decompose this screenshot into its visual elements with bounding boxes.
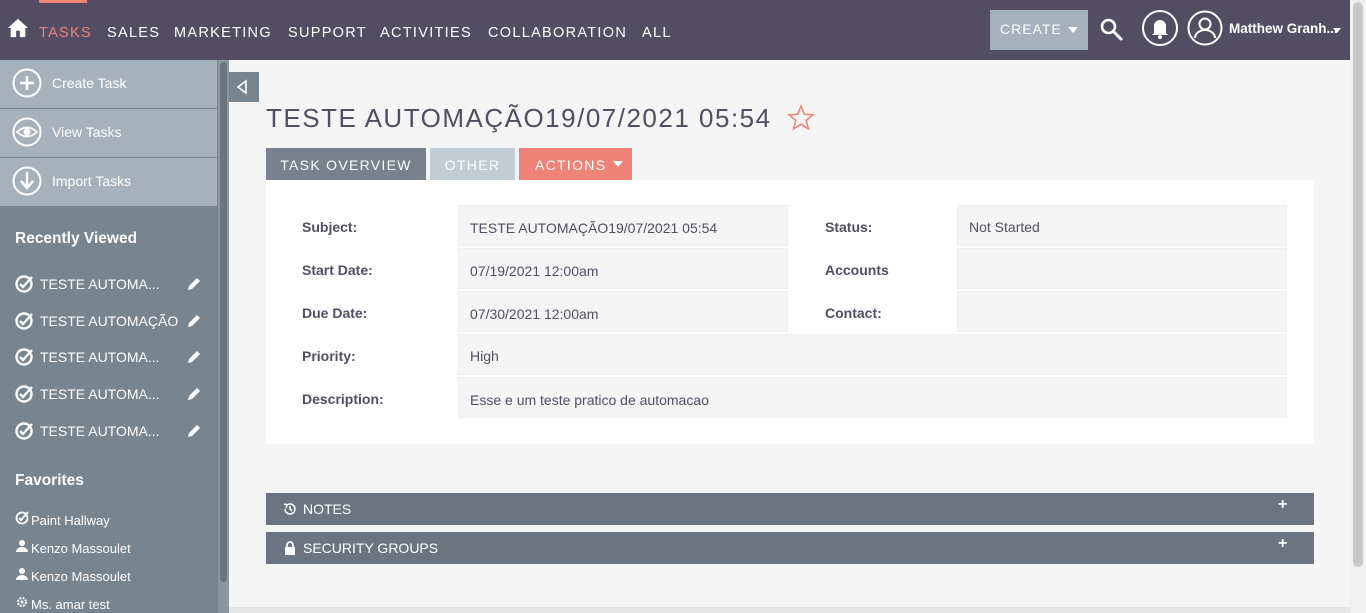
person-icon — [16, 540, 28, 552]
create-task-label: Create Task — [52, 75, 127, 91]
favorite-item-label: Kenzo Massoulet — [31, 569, 131, 584]
start-date-label: Start Date: — [302, 262, 373, 278]
task-icon — [15, 348, 33, 366]
due-date-value[interactable]: 07/30/2021 12:00am — [458, 291, 788, 332]
plus-circle-icon — [12, 68, 42, 98]
priority-label: Priority: — [302, 348, 356, 364]
recent-item[interactable]: TESTE AUTOMA... — [15, 421, 205, 441]
view-tasks-label: View Tasks — [52, 124, 122, 140]
status-value[interactable]: Not Started — [957, 205, 1287, 246]
recent-item[interactable]: TESTE AUTOMAÇÃO — [15, 311, 205, 331]
sidebar: Create Task View Tasks Import Tasks Rece… — [0, 60, 229, 613]
page-title: TESTE AUTOMAÇÃO19/07/2021 05:54 — [266, 103, 772, 133]
eye-icon — [12, 117, 42, 147]
user-name[interactable]: Matthew Granh... — [1229, 21, 1338, 36]
subject-value[interactable]: TESTE AUTOMAÇÃO19/07/2021 05:54 — [458, 205, 788, 246]
security-groups-subpanel[interactable]: SECURITY GROUPS + — [266, 532, 1314, 564]
create-button[interactable]: CREATE — [990, 10, 1088, 50]
user-avatar-icon[interactable] — [1187, 10, 1223, 46]
recent-item[interactable]: TESTE AUTOMA... — [15, 274, 205, 294]
recent-item-label: TESTE AUTOMAÇÃO — [40, 313, 179, 329]
lock-icon — [285, 541, 295, 555]
tab-task-overview[interactable]: TASK OVERVIEW — [266, 148, 426, 180]
expand-security-groups-icon[interactable]: + — [1278, 535, 1287, 553]
favorites-heading: Favorites — [15, 472, 84, 489]
user-menu-chevron-icon[interactable] — [1333, 28, 1341, 33]
search-icon[interactable] — [1099, 17, 1123, 41]
page-scrollbar[interactable] — [1350, 0, 1366, 613]
accounts-value[interactable] — [957, 248, 1287, 289]
sidebar-scrollbar-thumb[interactable] — [220, 62, 227, 582]
task-icon — [15, 312, 33, 330]
task-icon — [15, 275, 33, 293]
contact-value[interactable] — [957, 291, 1287, 332]
notes-subpanel-label: NOTES — [303, 501, 352, 517]
sidebar-collapse-button[interactable] — [229, 72, 259, 102]
nav-tasks[interactable]: TASKS — [39, 25, 92, 41]
favorite-item-label: Kenzo Massoulet — [31, 541, 131, 556]
active-tab-indicator — [39, 0, 87, 3]
sidebar-scrollbar[interactable] — [218, 60, 229, 613]
favorite-star-icon[interactable] — [787, 104, 815, 132]
due-date-label: Due Date: — [302, 305, 368, 321]
pencil-icon[interactable] — [186, 386, 202, 402]
nav-sales[interactable]: SALES — [107, 25, 160, 41]
import-tasks-action[interactable]: Import Tasks — [0, 158, 217, 206]
tab-actions[interactable]: ACTIONS — [519, 148, 632, 180]
subject-label: Subject: — [302, 219, 358, 235]
priority-value[interactable]: High — [458, 334, 1287, 375]
pencil-icon[interactable] — [186, 423, 202, 439]
pencil-icon[interactable] — [186, 276, 202, 292]
nav-collaboration[interactable]: COLLABORATION — [488, 25, 627, 41]
nav-activities[interactable]: ACTIVITIES — [380, 25, 472, 41]
status-label: Status: — [825, 219, 873, 235]
recent-item-label: TESTE AUTOMA... — [40, 423, 160, 439]
tab-other[interactable]: OTHER — [430, 148, 515, 180]
task-icon — [15, 385, 33, 403]
task-icon — [15, 511, 29, 525]
page-scrollbar-thumb[interactable] — [1353, 2, 1363, 567]
recent-item-label: TESTE AUTOMA... — [40, 276, 160, 292]
view-tasks-action[interactable]: View Tasks — [0, 109, 217, 157]
chevron-down-icon — [613, 161, 623, 167]
download-icon — [12, 166, 42, 196]
notification-bell-icon[interactable] — [1141, 9, 1179, 47]
chevron-down-icon — [1068, 27, 1078, 33]
history-icon — [283, 503, 296, 515]
create-task-action[interactable]: Create Task — [0, 60, 217, 108]
top-navigation: TASKS SALES MARKETING SUPPORT ACTIVITIES… — [0, 0, 1350, 60]
recent-item[interactable]: TESTE AUTOMA... — [15, 347, 205, 367]
home-icon[interactable] — [7, 17, 29, 39]
description-value[interactable]: Esse e um teste pratico de automacao — [458, 377, 1287, 418]
import-tasks-label: Import Tasks — [52, 173, 132, 189]
pencil-icon[interactable] — [186, 349, 202, 365]
person-icon — [16, 568, 28, 580]
recent-item-label: TESTE AUTOMA... — [40, 386, 160, 402]
recently-viewed-heading: Recently Viewed — [15, 230, 138, 247]
contact-label: Contact: — [825, 305, 882, 321]
task-icon — [15, 422, 33, 440]
recent-item[interactable]: TESTE AUTOMA... — [15, 384, 205, 404]
accounts-label: Accounts — [825, 262, 889, 278]
create-button-label: CREATE — [1000, 21, 1062, 37]
expand-notes-icon[interactable]: + — [1278, 496, 1287, 514]
notes-subpanel[interactable]: NOTES + — [266, 493, 1314, 525]
start-date-value[interactable]: 07/19/2021 12:00am — [458, 248, 788, 289]
security-groups-subpanel-label: SECURITY GROUPS — [303, 540, 439, 556]
collapse-arrow-icon — [236, 79, 247, 95]
favorite-item-label: Paint Hallway — [31, 513, 110, 528]
description-label: Description: — [302, 391, 384, 407]
gear-icon — [17, 597, 27, 607]
task-overview-panel: Subject: TESTE AUTOMAÇÃO19/07/2021 05:54… — [266, 180, 1314, 444]
recent-item-label: TESTE AUTOMA... — [40, 349, 160, 365]
nav-marketing[interactable]: MARKETING — [174, 25, 272, 41]
tab-actions-label: ACTIONS — [535, 157, 607, 173]
horizontal-scrollbar[interactable] — [229, 607, 1350, 613]
favorite-item-label: Ms. amar test — [31, 597, 110, 612]
nav-support[interactable]: SUPPORT — [288, 25, 367, 41]
pencil-icon[interactable] — [186, 313, 202, 329]
nav-all[interactable]: ALL — [642, 25, 672, 41]
